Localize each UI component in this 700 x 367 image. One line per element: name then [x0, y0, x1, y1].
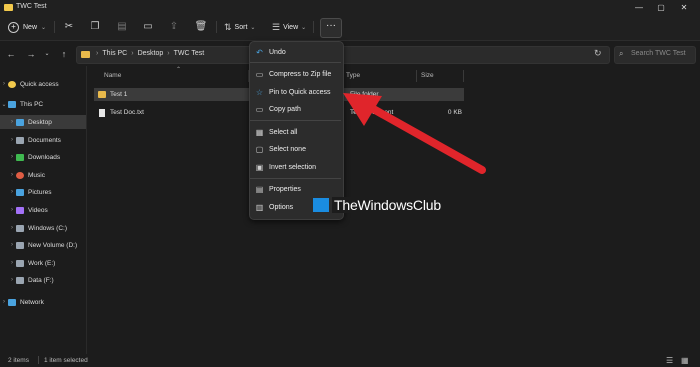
status-bar: [0, 354, 700, 367]
tiles-view-icon[interactable]: ▦: [681, 356, 689, 365]
item-count: 2 items: [8, 357, 29, 364]
selection-count: 1 item selected: [44, 357, 88, 364]
details-view-icon[interactable]: ☰: [666, 356, 673, 365]
arrow-shaft: [364, 102, 486, 174]
annotation-arrow: [343, 93, 486, 174]
status-divider: [38, 356, 39, 364]
